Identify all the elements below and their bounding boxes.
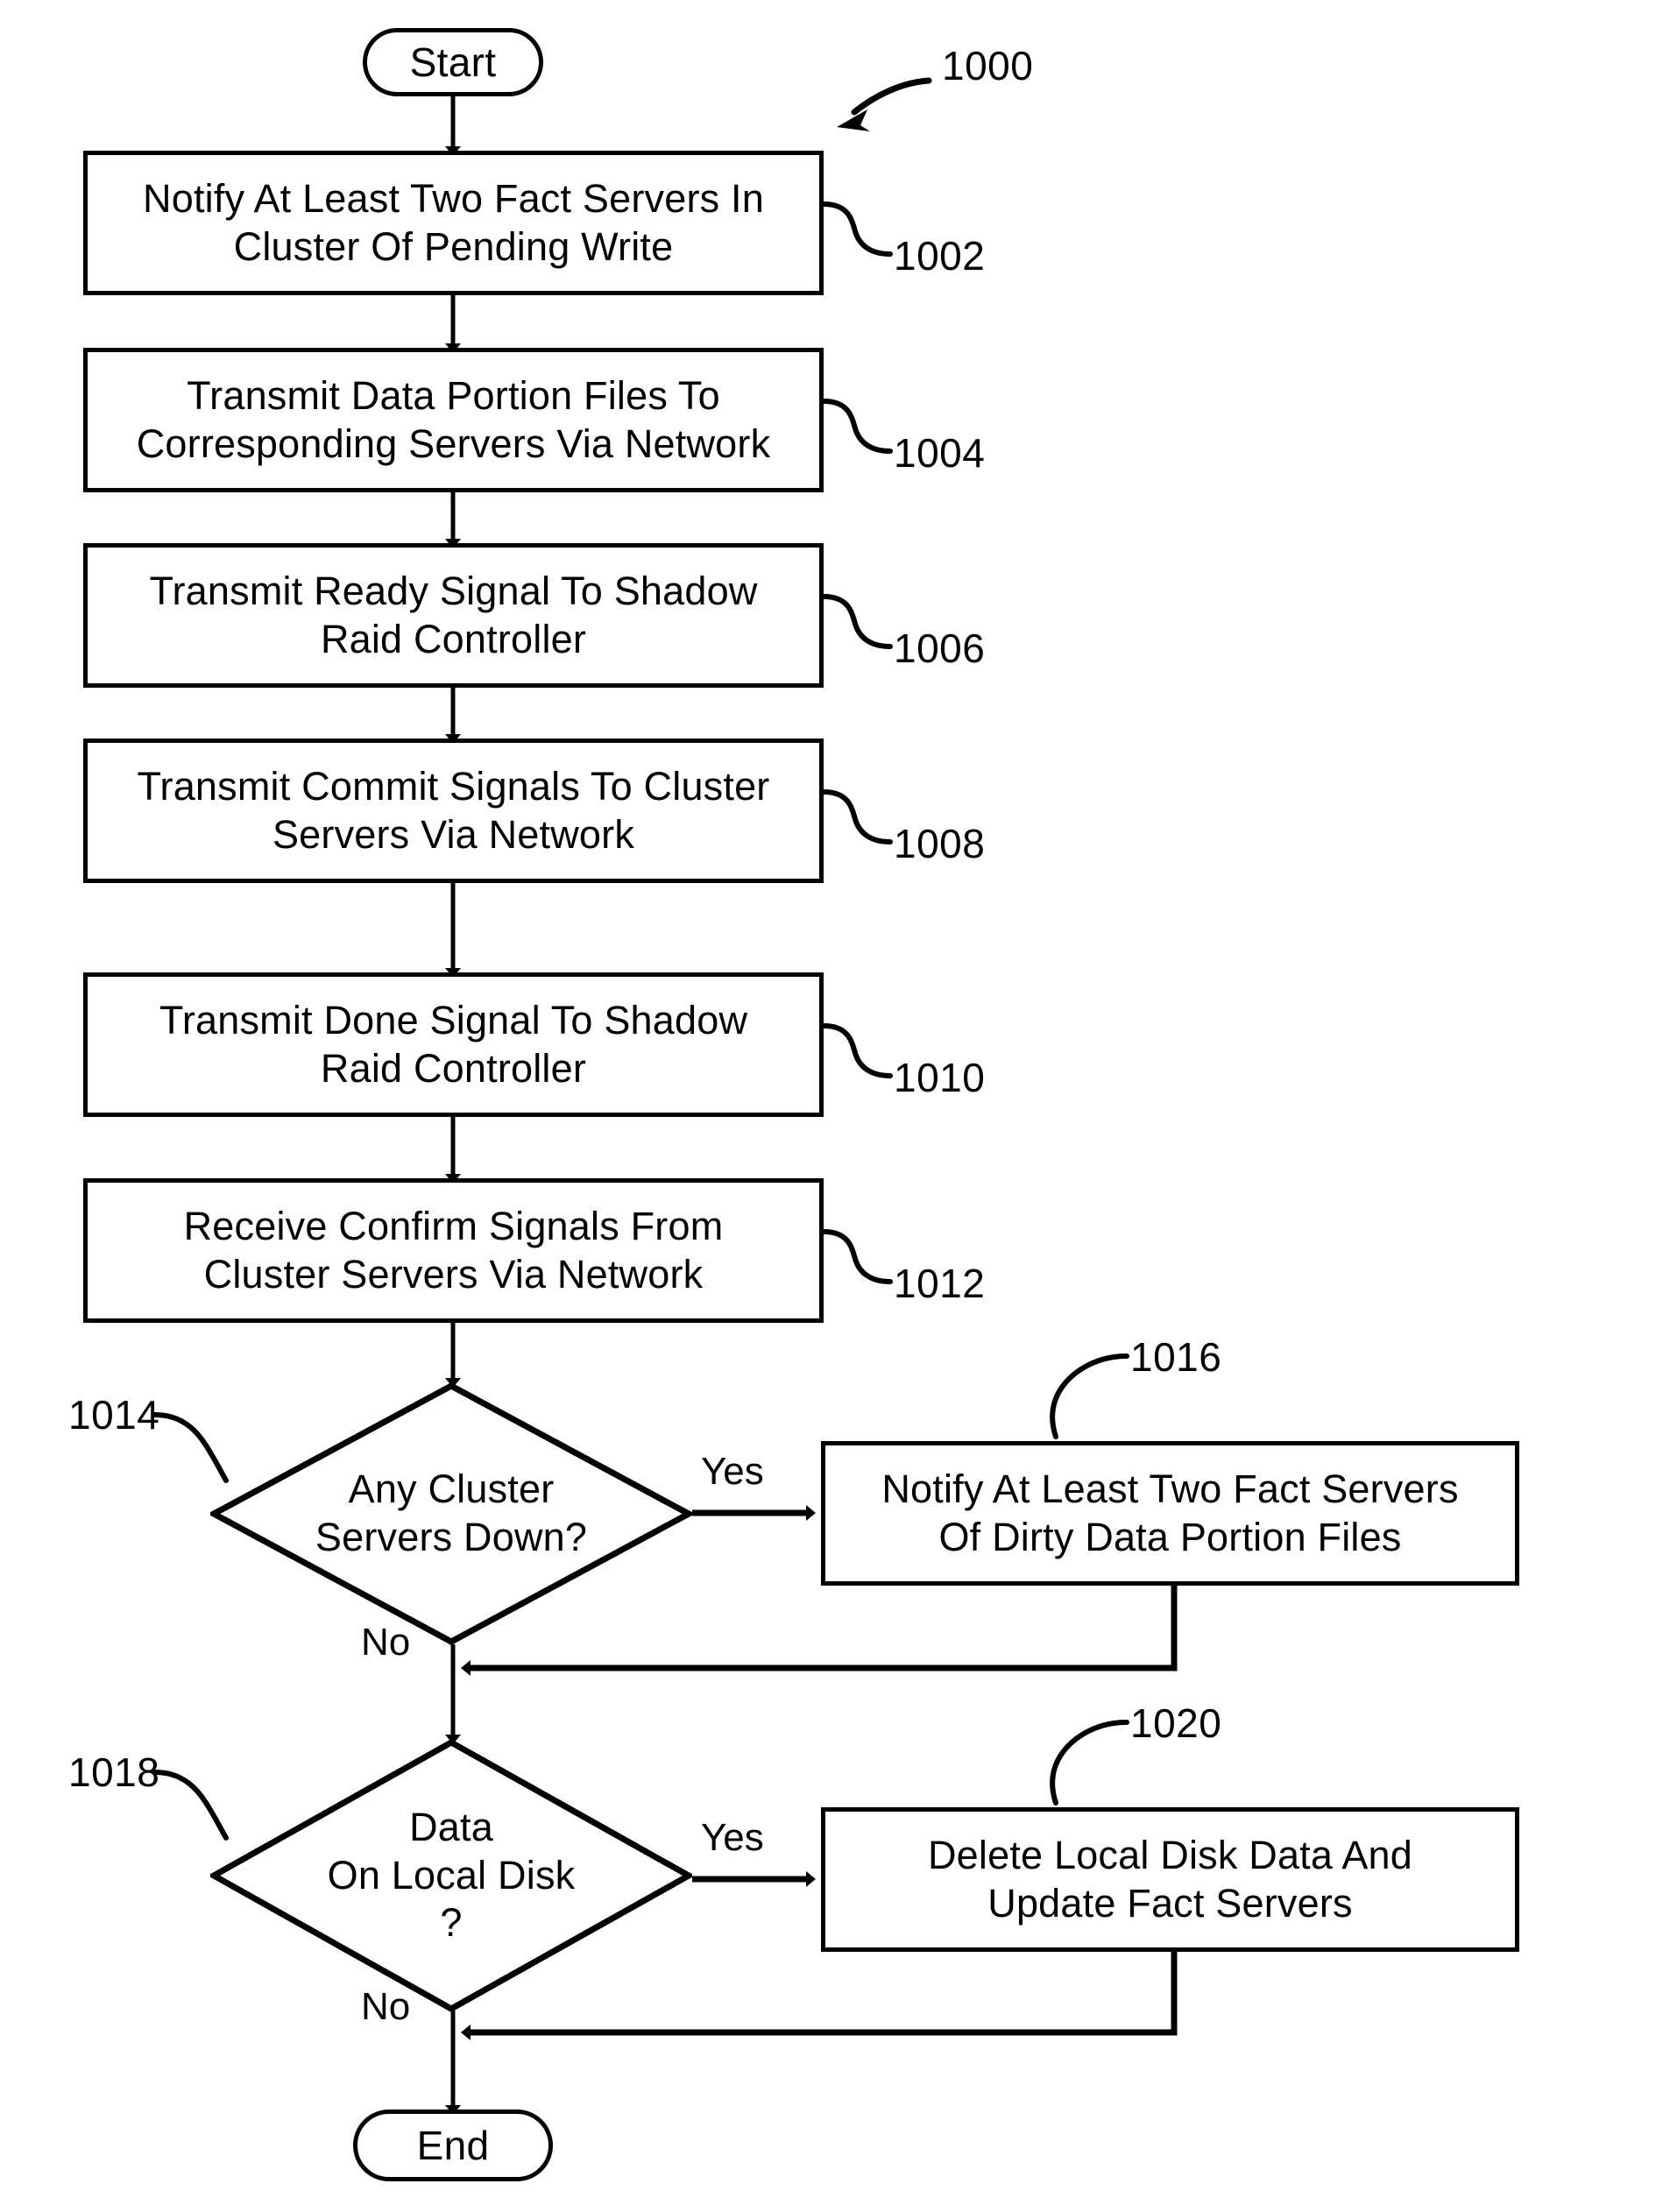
leader-1012 (821, 1229, 893, 1284)
node-1002-line2: Cluster Of Pending Write (233, 223, 674, 269)
ref-1002: 1002 (894, 233, 986, 279)
node-1020: Delete Local Disk Data And Update Fact S… (821, 1807, 1519, 1952)
edge-label-1014-no: No (361, 1621, 411, 1664)
node-1010: Transmit Done Signal To Shadow Raid Cont… (83, 972, 824, 1117)
ref-1008: 1008 (894, 821, 986, 866)
leader-1008 (821, 789, 893, 845)
node-1018: Data On Local Disk ? (210, 1739, 692, 2012)
node-1018-line3: ? (440, 1900, 463, 1946)
leader-1004 (821, 399, 893, 454)
node-1002-line1: Notify At Least Two Fact Servers In (143, 175, 764, 221)
edge-label-1014-yes: Yes (701, 1450, 764, 1493)
node-1006-line2: Raid Controller (320, 616, 587, 661)
node-1014-line1: Any Cluster (348, 1466, 555, 1512)
leader-1020 (1050, 1720, 1129, 1806)
figure-ref-1000: 1000 (942, 43, 1034, 88)
edge-label-1018-no: No (361, 1985, 411, 2028)
node-start: Start (363, 28, 543, 96)
node-1008-line1: Transmit Commit Signals To Cluster (137, 763, 770, 809)
node-1008: Transmit Commit Signals To Cluster Serve… (83, 739, 824, 883)
node-1018-line2: On Local Disk (327, 1852, 576, 1898)
ref-1016: 1016 (1130, 1334, 1222, 1380)
flowchart-figure: Start 1000 Notify At Least Two Fact Serv… (0, 0, 1670, 2212)
node-1004: Transmit Data Portion Files To Correspon… (83, 348, 824, 492)
ref-1012: 1012 (894, 1261, 986, 1306)
node-end-label: End (416, 2122, 490, 2168)
leader-1002 (821, 201, 893, 257)
node-1020-line1: Delete Local Disk Data And (927, 1832, 1412, 1877)
node-1014-line2: Servers Down? (315, 1515, 588, 1559)
ref-1006: 1006 (894, 625, 986, 671)
node-1002: Notify At Least Two Fact Servers In Clus… (83, 151, 824, 295)
node-1018-line1: Data (409, 1804, 493, 1849)
node-1010-line2: Raid Controller (320, 1045, 587, 1091)
node-1020-line2: Update Fact Servers (987, 1880, 1353, 1926)
leader-1010 (821, 1023, 893, 1078)
node-1016-line2: Of Dirty Data Portion Files (938, 1514, 1402, 1559)
node-1012-line1: Receive Confirm Signals From (183, 1203, 724, 1248)
ref-1010: 1010 (894, 1055, 986, 1100)
leader-1006 (821, 594, 893, 649)
node-1006-line1: Transmit Ready Signal To Shadow (149, 568, 758, 613)
leader-1016 (1050, 1353, 1129, 1439)
node-1006: Transmit Ready Signal To Shadow Raid Con… (83, 543, 824, 688)
node-start-label: Start (409, 39, 497, 85)
node-1008-line2: Servers Via Network (272, 811, 635, 857)
ref-1020: 1020 (1130, 1700, 1222, 1746)
node-1016-line1: Notify At Least Two Fact Servers (881, 1466, 1459, 1511)
ref-1014: 1014 (68, 1392, 160, 1438)
node-1012: Receive Confirm Signals From Cluster Ser… (83, 1178, 824, 1323)
edge-label-1018-yes: Yes (701, 1816, 764, 1859)
node-1010-line1: Transmit Done Signal To Shadow (159, 997, 748, 1042)
ref-1018: 1018 (68, 1749, 160, 1795)
node-end: End (353, 2110, 553, 2181)
node-1004-line2: Corresponding Servers Via Network (136, 420, 771, 466)
node-1014: Any Cluster Servers Down? (210, 1382, 692, 1645)
ref-1004: 1004 (894, 430, 986, 476)
node-1012-line2: Cluster Servers Via Network (203, 1251, 704, 1297)
figure-leader-1000 (837, 77, 932, 131)
node-1004-line1: Transmit Data Portion Files To (187, 372, 720, 418)
node-1016: Notify At Least Two Fact Servers Of Dirt… (821, 1441, 1519, 1586)
